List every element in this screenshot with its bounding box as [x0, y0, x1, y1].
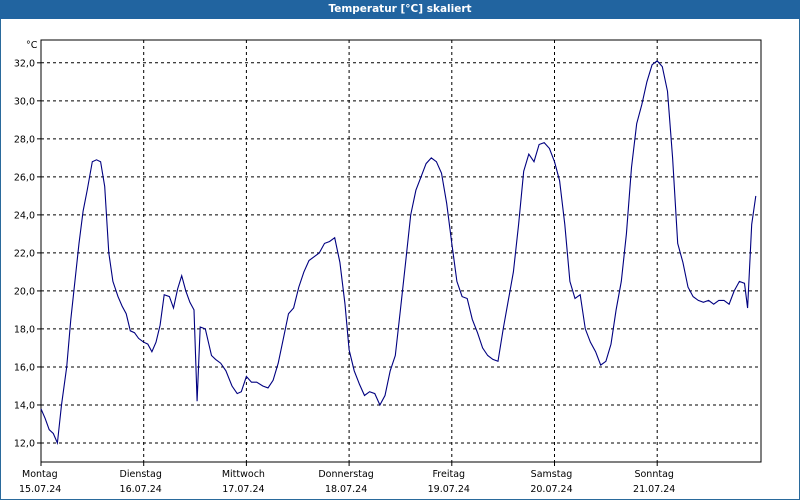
- x-tick-date-label: 16.07.24: [120, 484, 162, 495]
- x-tick-day-label: Mittwoch: [222, 469, 265, 480]
- x-tick-date-label: 20.07.24: [530, 484, 572, 495]
- x-tick-date-label: 19.07.24: [428, 484, 470, 495]
- y-tick-label: 24,0: [14, 210, 35, 221]
- x-tick-day-label: Sonntag: [634, 469, 673, 480]
- y-axis-ticks: 12,0 14,0 16,0 18,0 20,0 22,0 24,0 26,0 28,0 30,0…: [14, 58, 41, 449]
- y-tick-label: 18,0: [14, 324, 35, 335]
- y-tick-label: 20,0: [14, 286, 35, 297]
- y-axis-unit-label: °C: [26, 40, 38, 51]
- x-axis-ticks: Montag 15.07.24 Dienstag 16.07.24 Mittwoch 17…: [19, 462, 675, 495]
- x-tick-date-label: 15.07.24: [19, 484, 61, 495]
- x-tick-date-label: 21.07.24: [633, 484, 675, 495]
- x-tick-day-label: Samstag: [531, 469, 573, 480]
- x-tick-day-label: Dienstag: [120, 469, 162, 480]
- y-tick-label: 28,0: [14, 134, 35, 145]
- x-tick-day-label: Montag: [22, 469, 58, 480]
- x-tick-date-label: 17.07.24: [222, 484, 264, 495]
- x-tick-day-label: Donnerstag: [318, 469, 373, 480]
- plot-area: [40, 39, 762, 463]
- x-tick-day-label: Freitag: [433, 469, 466, 480]
- x-tick-date-label: 18.07.24: [325, 484, 367, 495]
- y-tick-label: 12,0: [14, 438, 35, 449]
- y-tick-label: 32,0: [14, 58, 35, 69]
- y-tick-label: 26,0: [14, 172, 35, 183]
- y-tick-label: 22,0: [14, 248, 35, 259]
- y-tick-label: 14,0: [14, 400, 35, 411]
- y-tick-label: 30,0: [14, 96, 35, 107]
- temperature-chart: 12,0 14,0 16,0 18,0 20,0 22,0 24,0 26,0 28,0 30,0…: [14, 39, 762, 495]
- y-tick-label: 16,0: [14, 362, 35, 373]
